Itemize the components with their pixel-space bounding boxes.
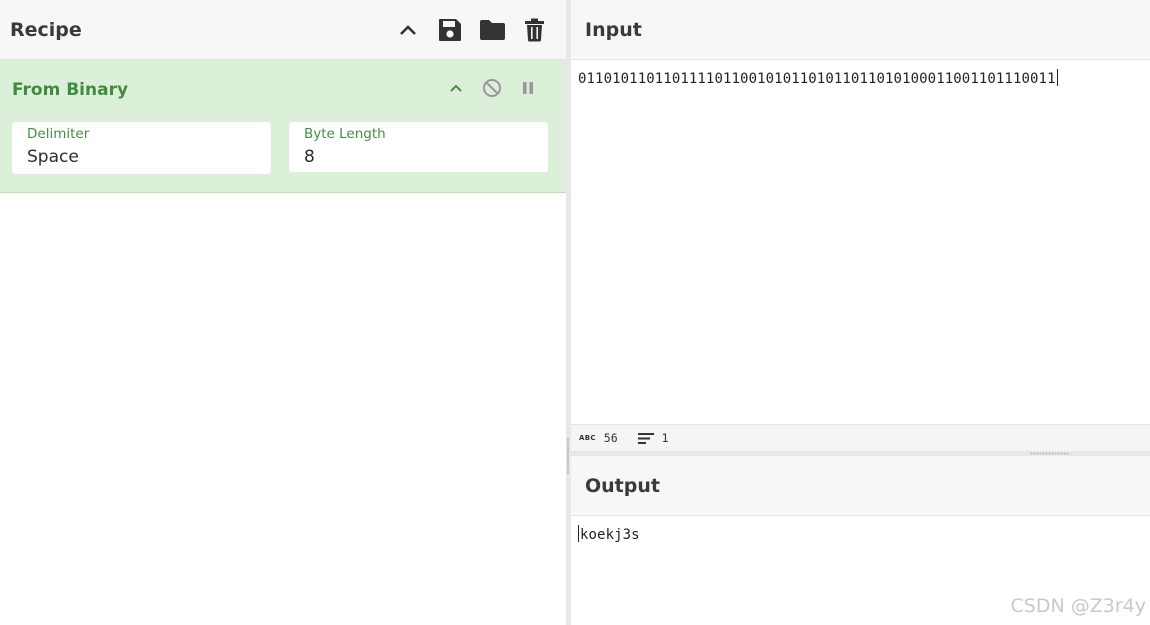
watermark: CSDN @Z3r4y (1010, 595, 1146, 617)
delimiter-value[interactable]: Space (27, 145, 256, 169)
lines-value: 1 (661, 431, 669, 445)
byte-length-value[interactable]: 8 (304, 145, 533, 169)
recipe-title: Recipe (10, 18, 82, 41)
input-pane: Input 0110101101101111011001010110101101… (571, 0, 1150, 450)
output-textarea[interactable]: koekj3s (571, 516, 1150, 552)
operation-title: From Binary (12, 80, 129, 100)
save-recipe-button[interactable] (436, 16, 464, 44)
vertical-resize-handle[interactable] (567, 438, 569, 474)
output-text: koekj3s (580, 527, 640, 543)
input-text: 0110101101101111011001010110101101101010… (578, 71, 1056, 87)
collapse-all-button[interactable] (394, 16, 422, 44)
load-recipe-button[interactable] (478, 16, 506, 44)
lines-icon (637, 432, 654, 444)
folder-icon (479, 19, 505, 40)
hide-args-button[interactable] (444, 76, 468, 100)
disable-icon (483, 79, 501, 97)
lines-status: 1 (637, 431, 669, 445)
horizontal-resize-handle[interactable] (1030, 452, 1070, 455)
byte-length-field[interactable]: Byte Length 8 (289, 122, 548, 172)
trash-icon (524, 18, 544, 41)
input-header: Input (571, 0, 1150, 60)
text-caret (578, 525, 579, 542)
input-textarea[interactable]: 0110101101101111011001010110101101101010… (571, 60, 1150, 96)
delimiter-label: Delimiter (27, 126, 90, 142)
input-title: Input (585, 18, 642, 41)
input-status-bar: ABC 56 1 (571, 424, 1150, 451)
length-status: ABC 56 (579, 431, 618, 445)
abc-icon: ABC (579, 434, 596, 442)
save-icon (439, 18, 461, 41)
delimiter-field[interactable]: Delimiter Space (12, 122, 271, 174)
text-caret (1056, 69, 1058, 86)
length-value: 56 (603, 431, 618, 445)
byte-length-label: Byte Length (304, 126, 386, 142)
recipe-pane: Recipe From Binary Delimiter Space Byte … (0, 0, 566, 625)
chevron-up-icon (400, 24, 416, 35)
clear-recipe-button[interactable] (520, 16, 548, 44)
pause-operation-button[interactable] (516, 76, 540, 100)
operation-from-binary[interactable]: From Binary Delimiter Space Byte Length … (0, 60, 566, 193)
recipe-toolbar (394, 16, 548, 44)
output-title: Output (585, 474, 660, 497)
output-header: Output (571, 456, 1150, 516)
disable-operation-button[interactable] (480, 76, 504, 100)
chevron-up-icon (450, 84, 462, 92)
pause-icon (523, 82, 533, 94)
recipe-header: Recipe (0, 0, 566, 60)
operation-controls (444, 76, 540, 100)
